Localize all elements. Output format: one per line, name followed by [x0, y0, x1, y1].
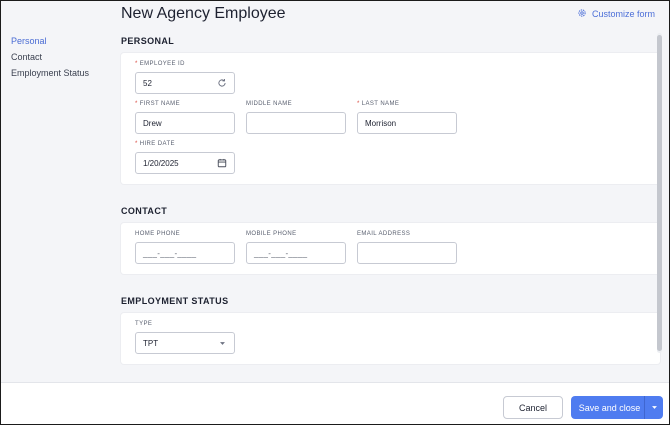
- employee-id-input[interactable]: 52: [135, 72, 235, 94]
- last-name-input[interactable]: Morrison: [357, 112, 457, 134]
- mobile-phone-field: MOBILE PHONE ___-___-____: [246, 231, 346, 264]
- middle-name-input[interactable]: [246, 112, 346, 134]
- mobile-phone-label: MOBILE PHONE: [246, 231, 297, 237]
- save-and-close-button[interactable]: Save and close: [571, 396, 663, 419]
- form-content: PERSONAL * EMPLOYEE ID 52 * FIRST NAME Dre…: [121, 31, 660, 386]
- employee-id-label: EMPLOYEE ID: [139, 61, 185, 67]
- section-title-employment: EMPLOYMENT STATUS: [121, 296, 229, 306]
- section-title-contact: CONTACT: [121, 206, 168, 216]
- footer-bar: Cancel Save and close: [1, 382, 669, 424]
- type-field: TYPE TPT: [135, 321, 235, 354]
- calendar-icon[interactable]: [217, 158, 227, 168]
- sidenav-item-contact[interactable]: Contact: [11, 52, 89, 62]
- save-options-toggle[interactable]: [644, 396, 663, 419]
- first-name-field: * FIRST NAME Drew: [135, 101, 235, 134]
- email-field: EMAIL ADDRESS: [357, 231, 457, 264]
- employee-id-field: * EMPLOYEE ID 52: [135, 61, 235, 94]
- type-label: TYPE: [135, 321, 153, 327]
- type-select[interactable]: TPT: [135, 332, 235, 354]
- last-name-label: LAST NAME: [361, 101, 400, 107]
- last-name-field: * LAST NAME Morrison: [357, 101, 457, 134]
- chevron-down-icon: [217, 338, 227, 348]
- hire-date-field: * HIRE DATE 1/20/2025: [135, 141, 235, 174]
- sidenav-item-personal[interactable]: Personal: [11, 36, 89, 46]
- email-input[interactable]: [357, 242, 457, 264]
- contact-card: HOME PHONE ___-___-____ MOBILE PHONE ___…: [121, 223, 660, 274]
- first-name-input[interactable]: Drew: [135, 112, 235, 134]
- first-name-label: FIRST NAME: [139, 101, 180, 107]
- email-label: EMAIL ADDRESS: [357, 231, 411, 237]
- section-title-personal: PERSONAL: [121, 36, 175, 46]
- mobile-phone-input[interactable]: ___-___-____: [246, 242, 346, 264]
- app-window: New Agency Employee Customize form Perso…: [0, 0, 670, 425]
- hire-date-label: HIRE DATE: [139, 141, 175, 147]
- page-title: New Agency Employee: [121, 5, 286, 22]
- gear-icon: [577, 8, 587, 20]
- home-phone-label: HOME PHONE: [135, 231, 181, 237]
- customize-form-button[interactable]: Customize form: [577, 8, 655, 20]
- middle-name-field: MIDDLE NAME: [246, 101, 346, 134]
- sidenav-item-employment-status[interactable]: Employment Status: [11, 68, 89, 78]
- home-phone-field: HOME PHONE ___-___-____: [135, 231, 235, 264]
- customize-form-label: Customize form: [591, 9, 655, 19]
- employment-card: TYPE TPT: [121, 313, 660, 364]
- cancel-button[interactable]: Cancel: [503, 396, 563, 419]
- side-nav: Personal Contact Employment Status: [11, 36, 89, 84]
- scrollbar[interactable]: [657, 33, 662, 353]
- save-and-close-label: Save and close: [578, 402, 641, 413]
- refresh-icon[interactable]: [217, 78, 227, 88]
- personal-card: * EMPLOYEE ID 52 * FIRST NAME Drew MIDDLE …: [121, 53, 660, 184]
- scrollbar-thumb[interactable]: [657, 35, 662, 351]
- chevron-down-icon: [651, 403, 658, 413]
- middle-name-label: MIDDLE NAME: [246, 101, 293, 107]
- hire-date-input[interactable]: 1/20/2025: [135, 152, 235, 174]
- home-phone-input[interactable]: ___-___-____: [135, 242, 235, 264]
